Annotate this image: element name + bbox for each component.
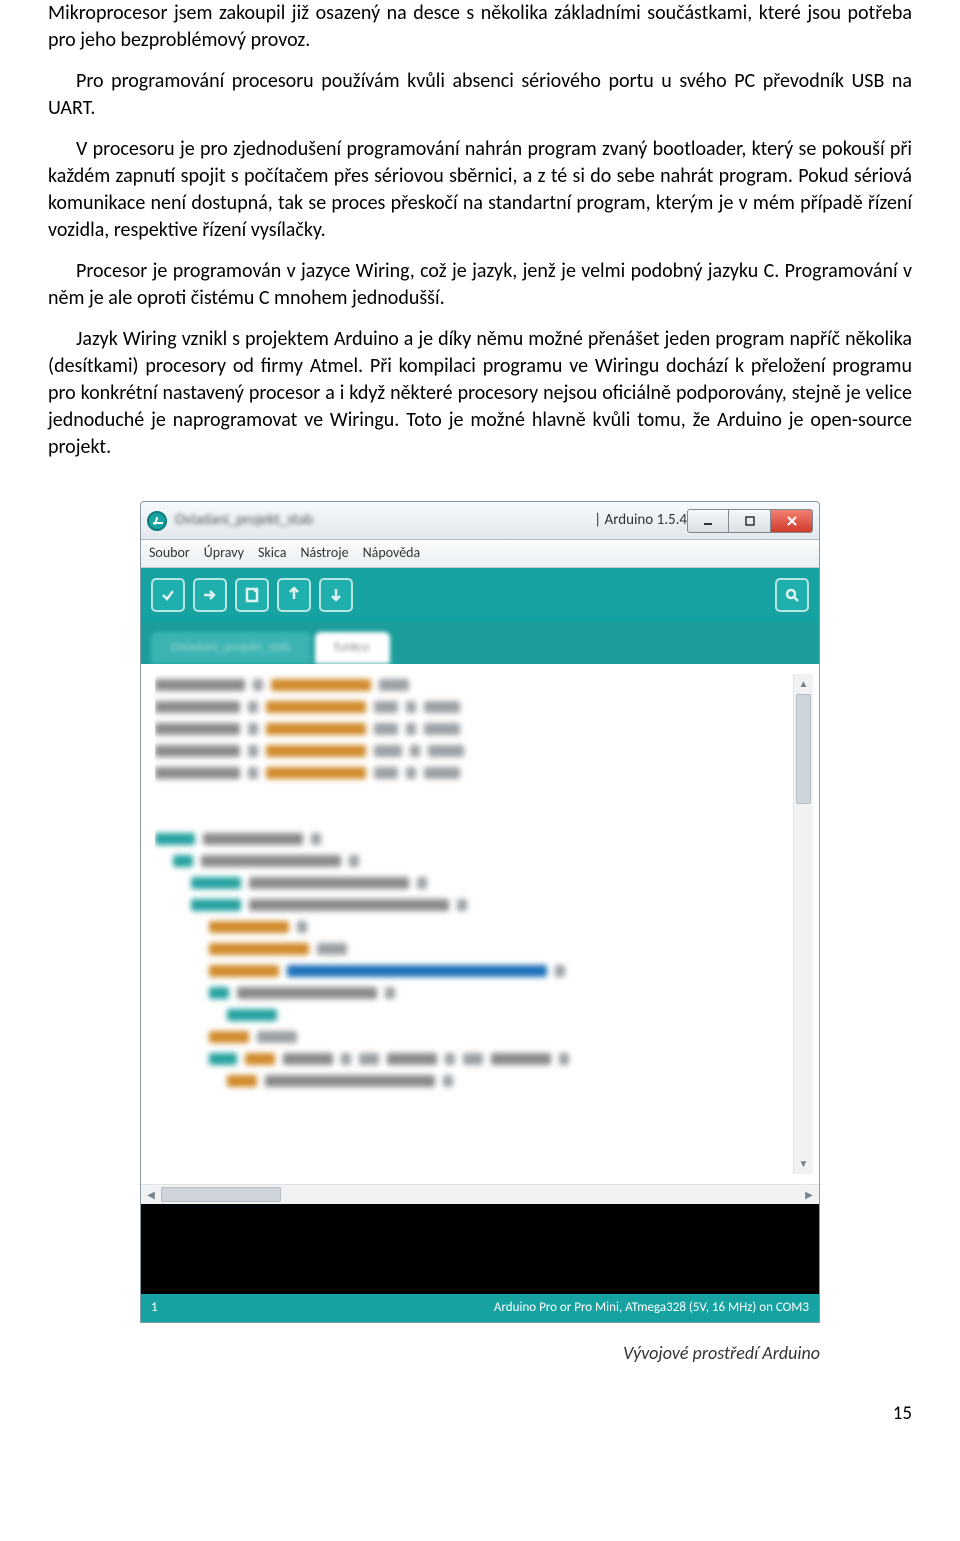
open-sketch-button[interactable] [277,578,311,612]
figure-arduino-ide: Ovladani_projekt_stab | Arduino 1.5.4 So… [140,501,820,1365]
new-sketch-button[interactable] [235,578,269,612]
status-line-number: 1 [151,1299,158,1317]
arduino-app-icon [147,511,167,531]
scroll-down-icon[interactable]: ▼ [794,1154,813,1174]
menu-file[interactable]: Soubor [149,544,190,563]
close-button[interactable] [771,509,813,533]
tab-main[interactable]: Ovladani_projekt_stab [151,632,311,664]
scroll-up-icon[interactable]: ▲ [794,674,813,694]
menu-tools[interactable]: Nástroje [300,544,348,563]
paragraph-5: Jazyk Wiring vznikl s projektem Arduino … [48,326,912,461]
minimize-button[interactable] [687,509,729,533]
horizontal-scrollbar[interactable]: ◀ ▶ [141,1184,819,1204]
paragraph-1: Mikroprocesor jsem zakoupil již osazený … [48,0,912,54]
upload-button[interactable] [193,578,227,612]
ide-window: Ovladani_projekt_stab | Arduino 1.5.4 So… [140,501,820,1323]
status-board-info: Arduino Pro or Pro Mini, ATmega328 (5V, … [494,1299,809,1317]
ide-console [141,1204,819,1294]
ide-toolbar [141,568,819,622]
tab-funkce[interactable]: funkce [315,632,390,664]
save-sketch-button[interactable] [319,578,353,612]
window-title-blurred: Ovladani_projekt_stab [175,510,590,530]
window-title-clear: | Arduino 1.5.4 [594,510,687,530]
paragraph-4: Procesor je programován v jazyce Wiring,… [48,258,912,312]
paragraph-3: V procesoru je pro zjednodušení programo… [48,136,912,244]
page-number: 15 [48,1401,912,1427]
menu-edit[interactable]: Úpravy [204,544,244,563]
code-area[interactable] [155,674,793,1174]
maximize-button[interactable] [729,509,771,533]
vertical-scrollbar[interactable]: ▲ ▼ [793,674,813,1174]
verify-button[interactable] [151,578,185,612]
ide-tabs: Ovladani_projekt_stab funkce [141,622,819,664]
menu-sketch[interactable]: Skica [258,544,287,563]
scroll-thumb-v[interactable] [796,694,811,804]
ide-editor[interactable]: ▲ ▼ [141,664,819,1184]
ide-menubar: Soubor Úpravy Skica Nástroje Nápověda [141,540,819,568]
scroll-thumb-h[interactable] [161,1187,281,1202]
figure-caption: Vývojové prostředí Arduino [140,1341,820,1365]
menu-help[interactable]: Nápověda [363,544,421,563]
scroll-left-icon[interactable]: ◀ [141,1185,161,1204]
ide-titlebar: Ovladani_projekt_stab | Arduino 1.5.4 [141,502,819,540]
ide-statusbar: 1 Arduino Pro or Pro Mini, ATmega328 (5V… [141,1294,819,1322]
scroll-right-icon[interactable]: ▶ [799,1185,819,1204]
paragraph-2: Pro programování procesoru používám kvůl… [48,68,912,122]
serial-monitor-button[interactable] [775,578,809,612]
